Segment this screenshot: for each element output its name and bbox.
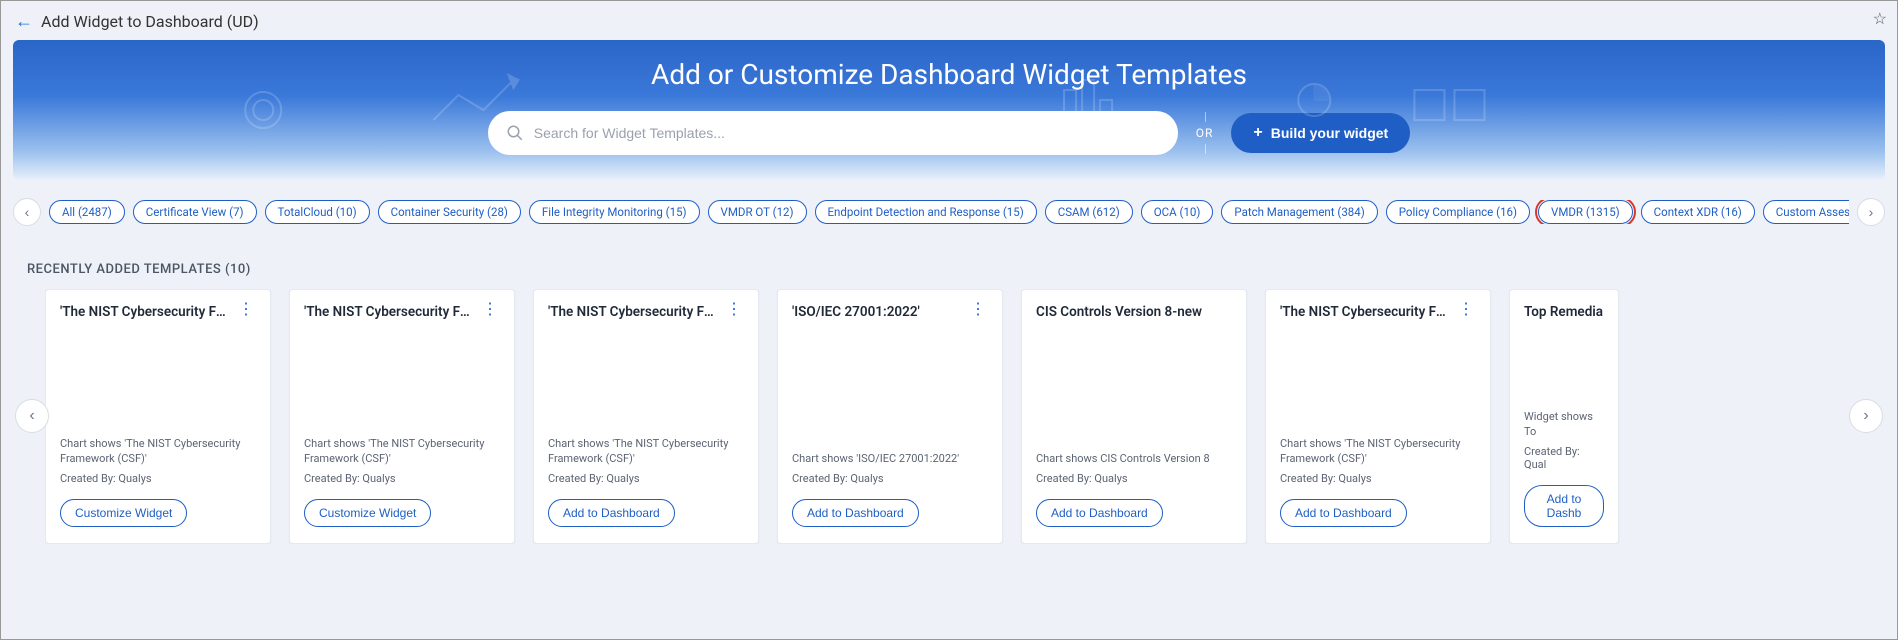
- template-card: 'ISO/IEC 27001:2022' ⋮ Chart shows 'ISO/IE…: [777, 289, 1003, 544]
- card-description: Widget shows To: [1524, 410, 1604, 439]
- card-created-by: Created By: Qualys: [548, 472, 744, 485]
- favorite-star-icon[interactable]: ☆: [1873, 9, 1887, 28]
- card-title: 'The NIST Cybersecurity Fram...: [60, 304, 230, 320]
- filter-chip[interactable]: VMDR (1315): [1538, 200, 1633, 224]
- filter-chip[interactable]: Endpoint Detection and Response (15): [815, 200, 1037, 224]
- card-header: 'The NIST Cybersecurity Fram... ⋮: [304, 304, 500, 320]
- top-bar: ← Add Widget to Dashboard (UD) ☆: [1, 1, 1897, 40]
- add-to-dashboard-button[interactable]: Add to Dashboard: [1280, 499, 1407, 527]
- kebab-menu-icon[interactable]: ⋮: [968, 304, 988, 314]
- card-title: 'The NIST Cybersecurity Fram...: [1280, 304, 1450, 320]
- kebab-menu-icon[interactable]: ⋮: [480, 304, 500, 314]
- card-title: CIS Controls Version 8-new: [1036, 304, 1232, 320]
- card-created-by: Created By: Qualys: [1280, 472, 1476, 485]
- filter-chip[interactable]: All (2487): [49, 200, 125, 224]
- card-header: 'The NIST Cybersecurity Fram... ⋮: [1280, 304, 1476, 320]
- filter-chip[interactable]: Patch Management (384): [1221, 200, 1377, 224]
- plus-icon: +: [1253, 124, 1262, 142]
- hero-title: Add or Customize Dashboard Widget Templa…: [651, 58, 1247, 91]
- add-to-dashboard-button[interactable]: Add to Dashboard: [1036, 499, 1163, 527]
- search-box[interactable]: [488, 111, 1178, 155]
- chips-container: All (2487) Certificate View (7) TotalCloud…: [49, 200, 1849, 224]
- card-description: Chart shows 'The NIST Cybersecurity Fram…: [60, 437, 256, 466]
- filter-chip[interactable]: Certificate View (7): [133, 200, 257, 224]
- filter-chip[interactable]: Context XDR (16): [1641, 200, 1755, 224]
- cards-container: 'The NIST Cybersecurity Fram... ⋮ Chart sh…: [45, 289, 1853, 544]
- search-icon: [506, 124, 524, 142]
- hero-banner: Add or Customize Dashboard Widget Templa…: [13, 40, 1885, 180]
- page-title: Add Widget to Dashboard (UD): [41, 12, 259, 31]
- card-description: Chart shows 'The NIST Cybersecurity Fram…: [548, 437, 744, 466]
- kebab-menu-icon[interactable]: ⋮: [724, 304, 744, 314]
- card-header: Top Remedia: [1524, 304, 1604, 320]
- hero-controls: OR + Build your widget: [488, 111, 1410, 155]
- template-card: CIS Controls Version 8-new Chart shows CI…: [1021, 289, 1247, 544]
- card-title: 'ISO/IEC 27001:2022': [792, 304, 962, 320]
- cards-scroll-left-button[interactable]: ‹: [15, 399, 49, 433]
- filter-chip[interactable]: Custom Assessment and Remediation (7): [1763, 200, 1849, 224]
- search-input[interactable]: [534, 125, 1160, 141]
- card-title: 'The NIST Cybersecurity Fram...: [304, 304, 474, 320]
- filter-chips-row: ‹ All (2487) Certificate View (7) TotalClo…: [1, 180, 1897, 234]
- template-card: 'The NIST Cybersecurity Fram... ⋮ Chart sh…: [533, 289, 759, 544]
- card-created-by: Created By: Qual: [1524, 445, 1604, 471]
- or-separator: OR: [1196, 116, 1214, 150]
- kebab-menu-icon[interactable]: ⋮: [236, 304, 256, 314]
- template-card: Top Remedia Widget shows To Created By: Qu…: [1509, 289, 1619, 544]
- card-title: Top Remedia: [1524, 304, 1604, 320]
- card-created-by: Created By: Qualys: [1036, 472, 1232, 485]
- build-widget-label: Build your widget: [1271, 125, 1388, 141]
- card-header: CIS Controls Version 8-new: [1036, 304, 1232, 320]
- card-header: 'The NIST Cybersecurity Fram... ⋮: [548, 304, 744, 320]
- filter-chip[interactable]: VMDR OT (12): [708, 200, 807, 224]
- filter-chip[interactable]: OCA (10): [1141, 200, 1214, 224]
- card-title: 'The NIST Cybersecurity Fram...: [548, 304, 718, 320]
- filter-chip[interactable]: File Integrity Monitoring (15): [529, 200, 700, 224]
- cards-scroll-right-button[interactable]: ›: [1849, 399, 1883, 433]
- card-created-by: Created By: Qualys: [792, 472, 988, 485]
- chips-scroll-left-button[interactable]: ‹: [13, 198, 41, 226]
- card-created-by: Created By: Qualys: [304, 472, 500, 485]
- kebab-menu-icon[interactable]: ⋮: [1456, 304, 1476, 314]
- cards-wrapper: ‹ 'The NIST Cybersecurity Fram... ⋮ Chart …: [1, 289, 1897, 544]
- card-header: 'ISO/IEC 27001:2022' ⋮: [792, 304, 988, 320]
- add-to-dashboard-button[interactable]: Add to Dashb: [1524, 485, 1604, 527]
- card-description: Chart shows 'The NIST Cybersecurity Fram…: [1280, 437, 1476, 466]
- filter-chip[interactable]: Container Security (28): [378, 200, 521, 224]
- card-header: 'The NIST Cybersecurity Fram... ⋮: [60, 304, 256, 320]
- back-arrow-icon[interactable]: ←: [15, 11, 33, 32]
- add-to-dashboard-button[interactable]: Add to Dashboard: [792, 499, 919, 527]
- template-card: 'The NIST Cybersecurity Fram... ⋮ Chart sh…: [45, 289, 271, 544]
- template-card: 'The NIST Cybersecurity Fram... ⋮ Chart sh…: [1265, 289, 1491, 544]
- build-widget-button[interactable]: + Build your widget: [1231, 113, 1410, 153]
- filter-chip[interactable]: TotalCloud (10): [265, 200, 370, 224]
- card-description: Chart shows 'ISO/IEC 27001:2022': [792, 452, 988, 466]
- filter-chip[interactable]: CSAM (612): [1045, 200, 1133, 224]
- template-card: 'The NIST Cybersecurity Fram... ⋮ Chart sh…: [289, 289, 515, 544]
- chips-scroll-right-button[interactable]: ›: [1857, 198, 1885, 226]
- section-title: RECENTLY ADDED TEMPLATES (10): [1, 234, 1897, 289]
- customize-widget-button[interactable]: Customize Widget: [304, 499, 431, 527]
- card-description: Chart shows CIS Controls Version 8: [1036, 452, 1232, 466]
- card-created-by: Created By: Qualys: [60, 472, 256, 485]
- card-description: Chart shows 'The NIST Cybersecurity Fram…: [304, 437, 500, 466]
- add-to-dashboard-button[interactable]: Add to Dashboard: [548, 499, 675, 527]
- customize-widget-button[interactable]: Customize Widget: [60, 499, 187, 527]
- filter-chip[interactable]: Policy Compliance (16): [1386, 200, 1530, 224]
